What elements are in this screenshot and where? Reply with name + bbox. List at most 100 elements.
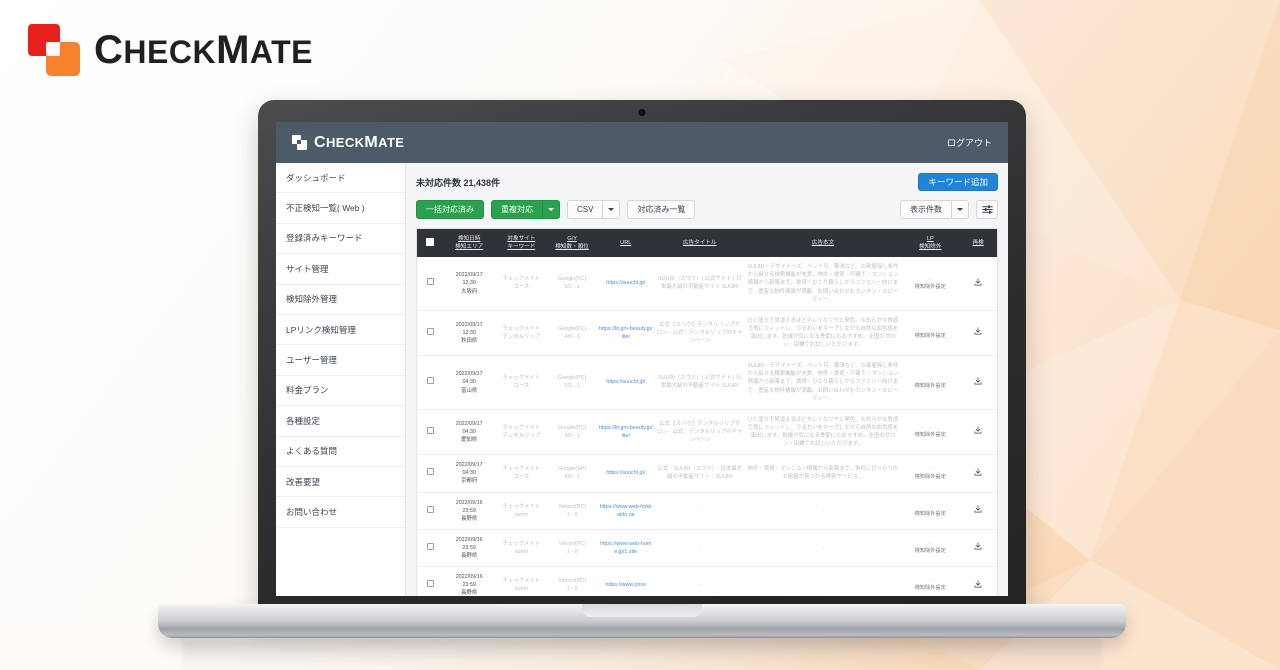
search-engine: Yahoo!(PC) [558,578,586,585]
detection-date: 2022/09/16 [455,536,483,543]
lp-status: - [929,375,932,382]
table-row[interactable]: 2022/09/16 23:59 長野県 チェックメイト sumo Yahoo!(PC) 1… [417,529,997,568]
ad-url-link[interactable]: https://lit.gm-beauty.jp/lite/ [599,325,653,341]
add-keyword-button[interactable]: キーワード追加 [918,173,998,191]
lp-status: - [929,503,932,510]
col-header-rank: 検知数・順位 [555,244,589,251]
sidebar-item-site-management[interactable]: サイト管理 [276,254,405,285]
col-header-datetime-area[interactable]: 検知日時 検知エリア [443,229,496,258]
col-header-url[interactable]: URL [596,229,655,258]
download-icon [974,426,982,434]
csv-button[interactable]: CSV [567,200,603,219]
detection-time: 12:30 [462,280,476,287]
row-checkbox[interactable] [426,426,434,434]
sidebar-item-fraud-detection-web[interactable]: 不正検知一覧( Web ) [276,193,405,224]
download-image-button[interactable] [974,542,982,553]
col-header-ad-title[interactable]: 広告タイトル [654,229,745,258]
download-icon [974,468,982,476]
table-row[interactable]: 2022/09/17 12:30 大阪府 チェックメイト コース Google(PC) 5/… [417,257,997,311]
search-engine: Yahoo!(PC) [558,503,586,510]
detection-exclude-link[interactable]: 検知除外設定 [903,511,957,519]
table-row[interactable]: 2022/09/17 04:30 愛知県 チェックメイト デンタルリップ Google(P… [417,409,997,456]
row-checkbox[interactable] [426,542,434,550]
target-site: チェックメイト [502,424,541,431]
detection-date: 2022/09/17 [455,321,483,328]
sidebar-item-improvement-request[interactable]: 改善要望 [276,467,405,498]
sidebar-item-contact[interactable]: お問い合わせ [276,497,405,528]
row-checkbox[interactable] [426,327,434,335]
download-image-button[interactable] [974,426,982,437]
cell-lp-exclude: - 検知除外設定 [901,409,960,456]
row-checkbox[interactable] [426,505,434,513]
detection-exclude-link[interactable]: 検知除外設定 [903,585,957,593]
csv-dropdown-toggle[interactable] [602,200,621,219]
table-row[interactable]: 2022/09/17 12:30 秋田県 チェックメイト デンタルリップ Google(P… [417,310,997,357]
download-image-button[interactable] [974,327,982,338]
detection-time: 23:59 [462,507,476,514]
sidebar-item-user-management[interactable]: ユーザー管理 [276,345,405,376]
cell-datetime-area: 2022/09/17 04:30 富山県 [443,355,496,410]
detection-exclude-link[interactable]: 検知除外設定 [903,432,957,440]
ad-url-link[interactable]: https://www.web-hokkaido.ne [599,503,653,519]
sidebar-item-detection-exclusion[interactable]: 検知除外管理 [276,285,405,315]
ad-url-link[interactable]: https://suuchi.jp/ [599,469,653,477]
row-checkbox[interactable] [426,278,434,286]
detection-exclude-link[interactable]: 検知除外設定 [903,333,957,341]
download-image-button[interactable] [974,580,982,591]
ad-url-link[interactable]: https://www.web-home.jp/1.site [599,540,653,556]
download-image-button[interactable] [974,278,982,289]
detection-exclude-link[interactable]: 検知除外設定 [903,474,957,482]
detection-date: 2022/09/17 [455,272,483,279]
logout-link[interactable]: ログアウト [947,136,992,149]
download-icon [974,278,982,286]
row-select-cell [417,355,444,410]
detection-exclude-link[interactable]: 検知除外設定 [903,383,957,391]
table-row[interactable]: 2022/09/16 23:59 長野県 チェックメイト sumo Yahoo!(PC) 1… [417,566,997,596]
cell-site-keyword: チェックメイト デンタルリップ [495,409,548,456]
app-logo[interactable]: CHECKMATE [292,134,404,152]
detection-exclude-link[interactable]: 検知除外設定 [903,284,957,292]
display-count-button[interactable]: 表示件数 [900,200,951,219]
select-all-checkbox[interactable] [426,237,435,246]
sidebar-label: 改善要望 [286,476,321,487]
ad-url-link[interactable]: https://www.price [599,581,653,589]
row-checkbox[interactable] [426,580,434,588]
table-row[interactable]: 2022/09/17 04:30 富山県 チェックメイト コース Google(PC) 5/… [417,355,997,410]
col-header-ad-body[interactable]: 広告本文 [744,229,902,258]
table-row[interactable]: 2022/09/16 23:59 長野県 チェックメイト sumo Yahoo!(PC) 1… [417,492,997,530]
row-checkbox[interactable] [426,377,434,385]
sidebar-item-settings[interactable]: 各種設定 [276,406,405,437]
cell-ad-title: - [654,492,745,530]
col-header-gy-rank[interactable]: G/Y 検知数・順位 [547,229,597,258]
sidebar-item-registered-keywords[interactable]: 登録済みキーワード [276,224,405,255]
cell-ad-title: 公式｜SUURI（スウリ）- 日本最大級の不動産サイト｜SUURI [654,454,745,493]
laptop-reflection [182,638,1102,670]
ad-url-link[interactable]: https://suuchi.jp/ [599,279,653,287]
ad-url-link[interactable]: https://suuchi.jp/ [599,378,653,386]
sidebar-item-pricing-plan[interactable]: 料金プラン [276,376,405,407]
handled-list-button[interactable]: 対応済み一覧 [627,200,696,219]
duplicate-action-button[interactable]: 重複対応 [491,200,542,219]
download-image-button[interactable] [974,505,982,516]
sidebar-label: サイト管理 [286,263,329,274]
download-image-button[interactable] [974,377,982,388]
chevron-down-icon [608,208,615,211]
sidebar-item-lp-link-detection[interactable]: LPリンク検知管理 [276,315,405,346]
cell-engine-rank: Google(PC) 5/2 - 1 [547,355,597,410]
brand-heck: HECK [123,33,217,70]
sidebar-item-faq[interactable]: よくある質問 [276,437,405,467]
download-image-button[interactable] [974,468,982,479]
display-count-dropdown-toggle[interactable] [951,200,969,219]
detection-exclude-link[interactable]: 検知除外設定 [903,548,957,556]
filter-settings-button[interactable] [976,200,998,219]
bulk-mark-done-button[interactable]: 一括対応済み [416,200,484,219]
duplicate-action-dropdown-toggle[interactable] [542,200,560,219]
download-icon [974,542,982,550]
sidebar-item-dashboard[interactable]: ダッシュボード [276,163,405,194]
table-row[interactable]: 2022/09/17 04:30 京都府 チェックメイト コース Google(SP) 4/… [417,454,997,493]
col-header-site-keyword[interactable]: 対象サイト キーワード [495,229,548,258]
row-checkbox[interactable] [426,468,434,476]
ad-url-link[interactable]: https://lit.gm-beauty.jp/lite/ [599,424,653,440]
cell-ad-title: - [654,529,745,568]
cell-ad-body [744,566,902,596]
